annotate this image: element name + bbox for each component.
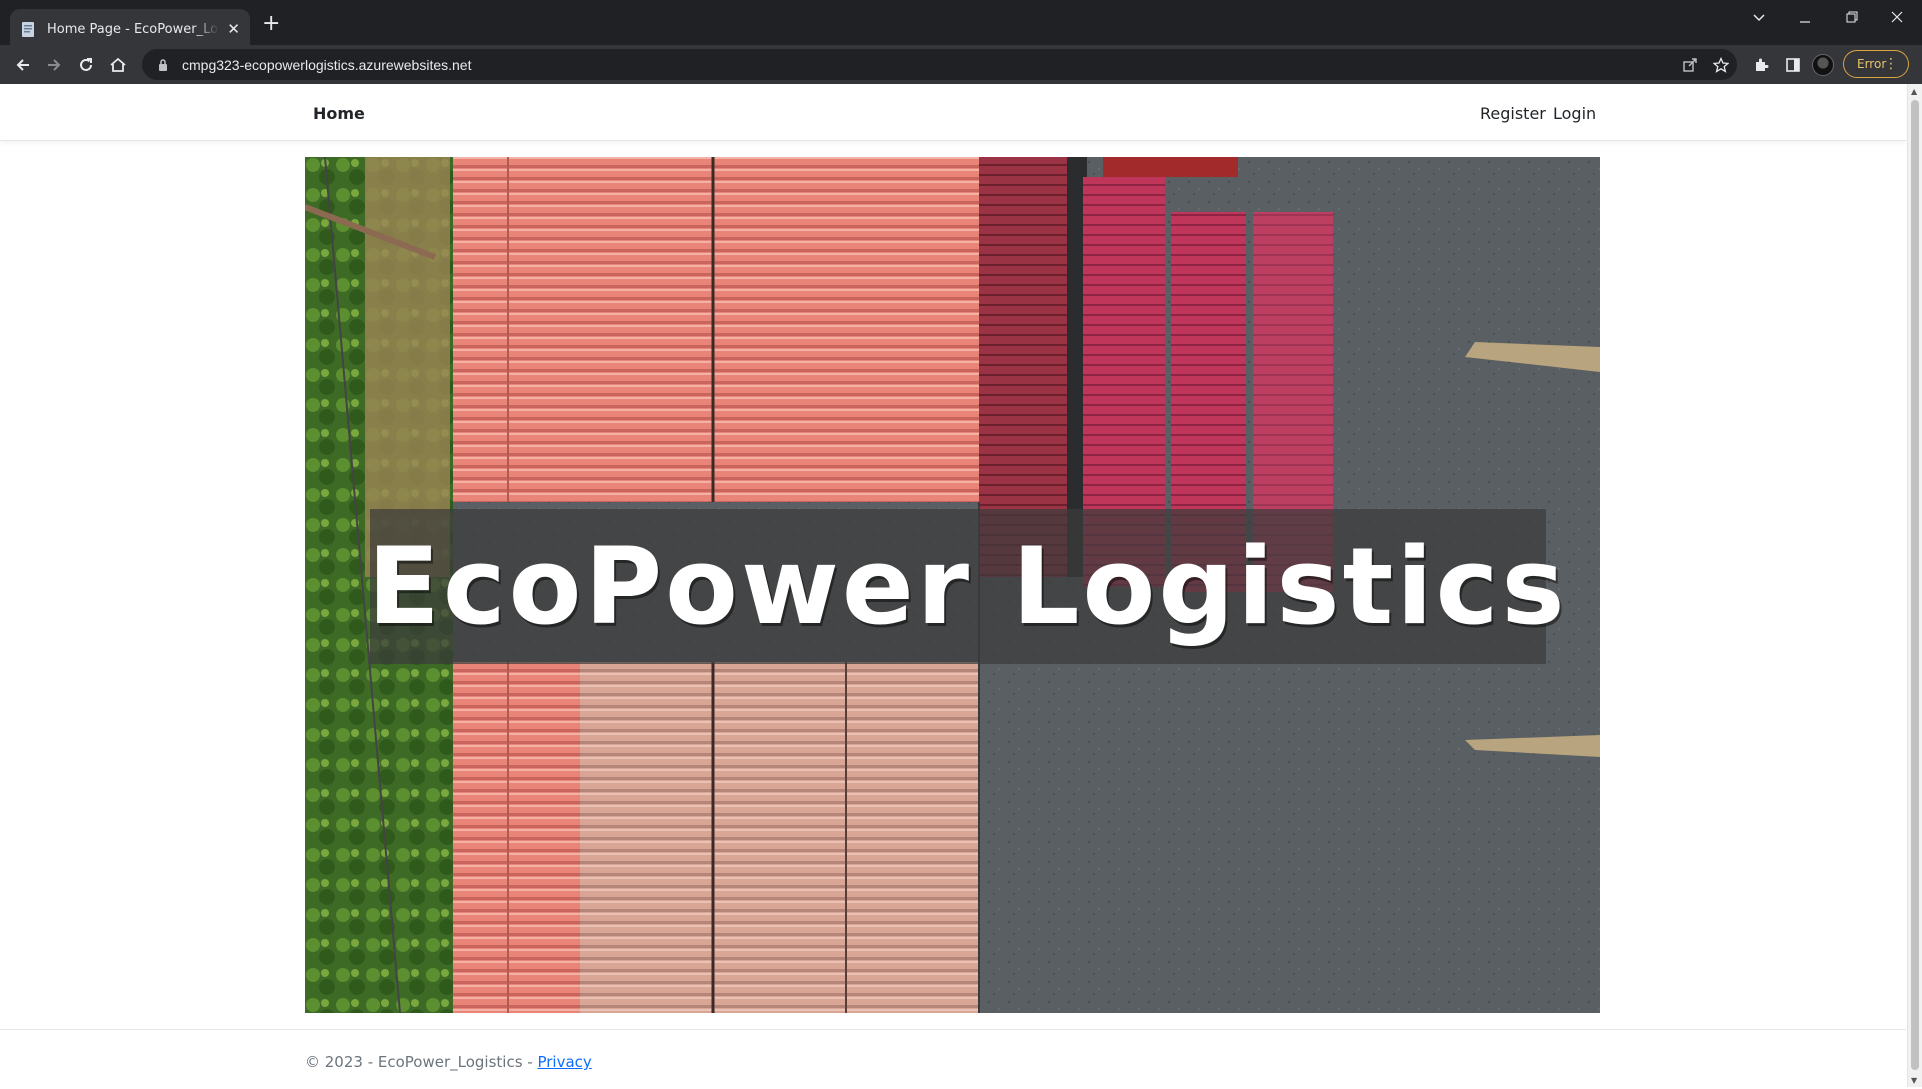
- close-icon[interactable]: ✕: [227, 20, 240, 38]
- browser-tabstrip: Home Page - EcoPower_Logistics ✕ +: [0, 0, 1922, 49]
- scroll-up-arrow-icon[interactable]: ▲: [1911, 87, 1917, 96]
- share-icon[interactable]: [1677, 52, 1703, 78]
- star-icon[interactable]: [1708, 52, 1734, 78]
- extensions-icon[interactable]: [1748, 52, 1774, 78]
- scroll-down-arrow-icon[interactable]: ▼: [1911, 1076, 1917, 1085]
- restore-icon[interactable]: [1845, 10, 1859, 28]
- nav-home-link[interactable]: Home: [313, 104, 365, 123]
- profile-error-button[interactable]: Error ⋮: [1843, 50, 1909, 78]
- back-icon[interactable]: [10, 52, 36, 78]
- site-navbar: Home Register Login: [0, 84, 1906, 141]
- side-panel-icon[interactable]: [1780, 52, 1806, 78]
- plus-icon[interactable]: +: [262, 13, 280, 35]
- more-icon[interactable]: ⋮: [1884, 57, 1898, 71]
- footer-text: © 2023 - EcoPower_Logistics - Privacy: [305, 1053, 592, 1071]
- hero-title: EcoPower Logistics: [367, 525, 1568, 648]
- nav-login-link[interactable]: Login: [1553, 104, 1596, 123]
- page-icon: [20, 21, 37, 38]
- browser-toolbar: cmpg323-ecopowerlogistics.azurewebsites.…: [0, 45, 1922, 84]
- url-text: cmpg323-ecopowerlogistics.azurewebsites.…: [182, 56, 472, 73]
- profile-avatar[interactable]: [1812, 54, 1834, 76]
- footer-copyright: © 2023 - EcoPower_Logistics -: [305, 1053, 538, 1071]
- browser-tab-active[interactable]: Home Page - EcoPower_Logistics ✕: [10, 9, 250, 49]
- footer-privacy-link[interactable]: Privacy: [537, 1053, 591, 1071]
- error-label: Error: [1857, 57, 1887, 71]
- site-footer: © 2023 - EcoPower_Logistics - Privacy: [0, 1029, 1906, 1087]
- address-bar[interactable]: cmpg323-ecopowerlogistics.azurewebsites.…: [142, 49, 1737, 80]
- minimize-icon[interactable]: [1798, 14, 1812, 32]
- forward-icon[interactable]: [41, 52, 67, 78]
- lock-icon[interactable]: [156, 58, 170, 72]
- page-scrollbar[interactable]: ▲ ▼: [1907, 84, 1922, 1087]
- chevron-down-icon[interactable]: [1752, 10, 1766, 28]
- hero-banner: EcoPower Logistics: [305, 157, 1600, 1013]
- tab-title: Home Page - EcoPower_Logistics: [47, 21, 219, 37]
- nav-register-link[interactable]: Register: [1480, 104, 1546, 123]
- scroll-thumb[interactable]: [1911, 100, 1919, 1070]
- reload-icon[interactable]: [73, 52, 99, 78]
- window-close-icon[interactable]: [1890, 10, 1904, 28]
- page-viewport: Home Register Login EcoPower Logistics ©…: [0, 84, 1922, 1089]
- home-icon[interactable]: [105, 52, 131, 78]
